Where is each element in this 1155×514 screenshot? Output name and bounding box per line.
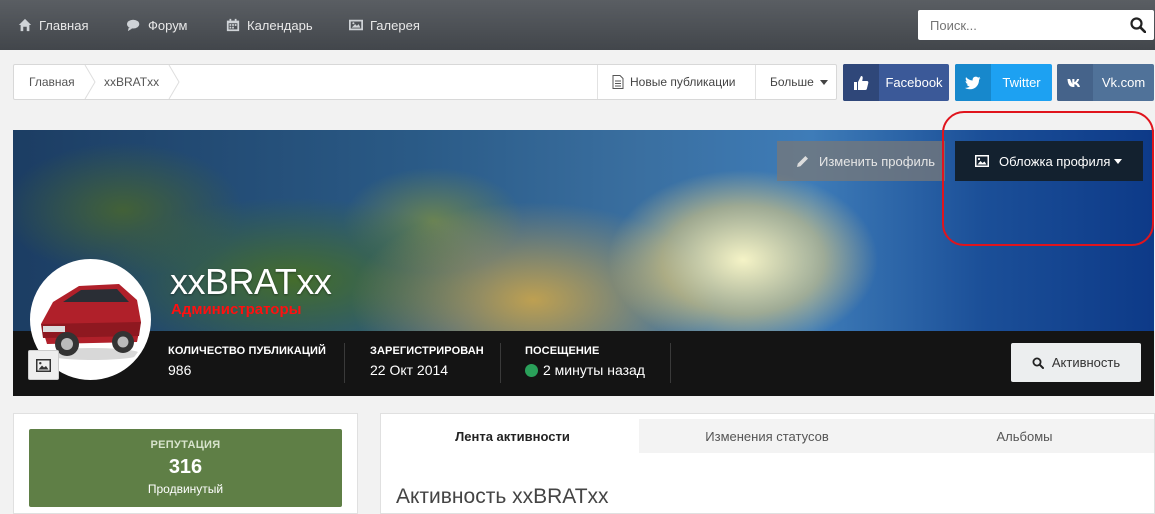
stat-value: 22 Окт 2014 — [370, 362, 484, 378]
home-icon — [18, 18, 32, 32]
divider — [344, 343, 345, 383]
stat-value: 2 минуты назад — [525, 362, 645, 378]
breadcrumb-item-home[interactable]: Главная — [29, 65, 75, 99]
pencil-icon — [797, 156, 808, 167]
divider — [597, 65, 598, 99]
more-label: Больше — [770, 75, 814, 89]
breadcrumb: Главная xxBRATxx Новые публикации Больше — [13, 64, 837, 100]
vk-button[interactable]: Vk.com — [1057, 64, 1154, 101]
image-icon — [36, 358, 51, 372]
search-icon — [1032, 357, 1044, 369]
nav-item-forum[interactable]: Форум — [127, 0, 188, 50]
search-box — [918, 10, 1154, 40]
stat-value-text: 22 Окт 2014 — [370, 362, 449, 378]
thumbs-up-icon — [854, 75, 869, 90]
image-icon — [349, 19, 363, 31]
annotation-highlight — [942, 111, 1154, 246]
profile-group: Администраторы — [171, 301, 302, 318]
reputation-level: Продвинутый — [147, 482, 224, 496]
profile-username: xxBRATxx — [170, 261, 332, 302]
change-avatar-button[interactable] — [28, 350, 59, 380]
vk-icon-box — [1057, 64, 1093, 101]
profile-tabs: Лента активности Изменения статусов Альб… — [386, 419, 1154, 453]
tab-status-updates[interactable]: Изменения статусов — [639, 419, 895, 453]
divider — [500, 343, 501, 383]
reputation-title: РЕПУТАЦИЯ — [150, 439, 221, 451]
caret-down-icon — [819, 79, 828, 85]
nav-item-home[interactable]: Главная — [18, 0, 88, 50]
feed-title: Активность xxBRATxx — [396, 485, 609, 508]
stat-value-text: 2 минуты назад — [543, 362, 645, 378]
more-menu-button[interactable]: Больше — [770, 65, 828, 99]
search-icon[interactable] — [1130, 17, 1146, 33]
nav-item-label: Галерея — [370, 17, 420, 33]
stat-label: КОЛИЧЕСТВО ПУБЛИКАЦИЙ — [168, 345, 326, 357]
activity-label: Активность — [1051, 355, 1121, 370]
edit-profile-button[interactable]: Изменить профиль — [777, 141, 945, 181]
nav-item-calendar[interactable]: Календарь — [226, 0, 313, 50]
twitter-button[interactable]: Twitter — [955, 64, 1052, 101]
reputation-box: РЕПУТАЦИЯ 316 Продвинутый — [29, 429, 342, 507]
stat-registered: ЗАРЕГИСТРИРОВАН 22 Окт 2014 — [370, 345, 484, 378]
facebook-icon-box — [843, 64, 879, 101]
top-navigation: Главная Форум Календарь Галерея — [0, 0, 1155, 50]
vk-icon — [1067, 78, 1080, 87]
nav-item-label: Главная — [39, 17, 89, 33]
stat-label: ПОСЕЩЕНИЕ — [525, 345, 600, 357]
document-icon — [612, 75, 624, 89]
chat-icon — [127, 19, 140, 32]
facebook-label: Facebook — [885, 75, 943, 90]
breadcrumb-item-user[interactable]: xxBRATxx — [104, 65, 159, 99]
reputation-value: 316 — [168, 456, 203, 478]
nav-item-label: Календарь — [247, 17, 313, 33]
new-posts-label: Новые публикации — [630, 75, 736, 89]
stat-value: 986 — [168, 362, 326, 378]
tab-albums[interactable]: Альбомы — [895, 419, 1154, 453]
breadcrumb-separator — [84, 65, 96, 99]
twitter-icon — [965, 76, 981, 89]
facebook-button[interactable]: Facebook — [843, 64, 949, 101]
nav-item-gallery[interactable]: Галерея — [349, 0, 420, 50]
stat-posts: КОЛИЧЕСТВО ПУБЛИКАЦИЙ 986 — [168, 345, 326, 378]
stat-label: ЗАРЕГИСТРИРОВАН — [370, 345, 484, 357]
twitter-label: Twitter — [1002, 75, 1041, 90]
activity-button[interactable]: Активность — [1011, 343, 1141, 382]
vk-label: Vk.com — [1101, 75, 1146, 90]
divider — [670, 343, 671, 383]
stat-value-text: 986 — [168, 362, 192, 378]
nav-item-label: Форум — [148, 17, 188, 33]
stat-last-visit: ПОСЕЩЕНИЕ 2 минуты назад — [525, 345, 645, 378]
twitter-icon-box — [955, 64, 991, 101]
edit-profile-label: Изменить профиль — [819, 153, 936, 169]
new-posts-link[interactable]: Новые публикации — [612, 65, 736, 99]
tab-activity-feed[interactable]: Лента активности — [386, 419, 639, 453]
divider — [755, 65, 756, 99]
search-input[interactable] — [918, 11, 1118, 39]
online-status-dot — [525, 363, 538, 377]
breadcrumb-separator — [168, 65, 180, 99]
calendar-icon — [226, 18, 240, 32]
